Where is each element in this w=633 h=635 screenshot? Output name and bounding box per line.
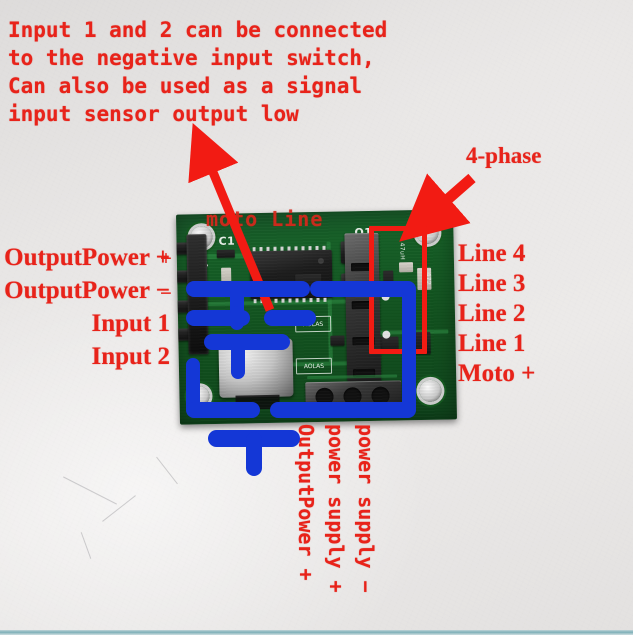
mounting-hole [189, 386, 210, 407]
power-terminal-slot [315, 387, 334, 407]
top-note-line-1: Input 1 and 2 can be connected [8, 18, 388, 42]
smd-component [406, 331, 431, 355]
top-note-line-4: input sensor output low [8, 102, 299, 126]
power-terminal-slot [343, 387, 362, 406]
photo-canvas: C1 Q1 + 47uH 472 AOLAS AOLAS [0, 0, 633, 635]
silk-part-aolas-2: AOLAS [295, 357, 333, 375]
top-note-line-2: to the negative input switch, [8, 46, 375, 70]
blue-marker-stroke [208, 430, 300, 447]
label-outputpower-minus: OutputPower − [4, 277, 170, 304]
bottom-edge-strip [0, 630, 633, 635]
label-line-3: Line 3 [458, 270, 526, 297]
ic-pins-top [252, 245, 329, 252]
smd-component [330, 335, 345, 346]
label-line-1: Line 1 [458, 330, 526, 357]
smd-component [216, 249, 235, 258]
label-moto-line: moto Line [206, 207, 324, 231]
phase-connector-block [344, 232, 382, 382]
label-line-2: Line 2 [458, 300, 526, 327]
pcb-board: C1 Q1 + 47uH 472 AOLAS AOLAS [176, 209, 457, 425]
smd-component [378, 336, 399, 353]
silk-part-aolas-1-text: AOLAS [303, 320, 324, 328]
phase-terminal-slot [352, 336, 375, 346]
silk-part-aolas-1: AOLAS [294, 315, 332, 333]
label-power-supply-plus: power supply + [324, 424, 348, 593]
silk-part-472: 472 [424, 272, 432, 286]
silk-part-47uh: 47uH [398, 242, 406, 261]
label-input-1: Input 1 [91, 310, 170, 337]
background-hairline [102, 495, 136, 522]
label-line-4: Line 4 [458, 240, 526, 267]
smd-component [221, 267, 232, 286]
mounting-hole [419, 379, 442, 403]
silk-refdes-c1: C1 [218, 234, 236, 248]
edge-sign-minus: − [160, 281, 172, 305]
mounting-hole [416, 221, 439, 245]
inductor-shadow [235, 394, 280, 410]
label-4-phase: 4-phase [466, 143, 542, 168]
background-hairline [80, 532, 92, 559]
silk-part-aolas-2-text: AOLAS [303, 362, 325, 370]
smd-resistor [383, 270, 394, 291]
smd-resistor [398, 262, 414, 273]
label-input-2: Input 2 [91, 343, 170, 370]
smd-component [295, 273, 322, 291]
power-terminal-slot [371, 386, 390, 405]
label-outputpower-plus-bottom: OutputPower + [294, 424, 318, 581]
label-outputpower-plus: OutputPower + [4, 244, 170, 271]
edge-sign-plus: + [160, 246, 172, 270]
label-moto-plus: Moto + [458, 360, 536, 387]
blue-marker-stroke [246, 432, 262, 476]
top-note-line-3: Can also be used as a signal [8, 74, 363, 98]
shielded-inductor [218, 338, 294, 398]
power-connector-block [305, 380, 402, 413]
top-note: Input 1 and 2 can be connected to the ne… [8, 16, 387, 128]
phase-terminal-slot [350, 262, 374, 272]
label-power-supply-minus: power supply − [354, 424, 378, 593]
phase-terminal-slot [351, 300, 374, 310]
phase-connector-pad [381, 292, 390, 301]
background-hairline [63, 476, 117, 505]
left-header-body [186, 234, 209, 355]
background-hairline [156, 456, 178, 485]
